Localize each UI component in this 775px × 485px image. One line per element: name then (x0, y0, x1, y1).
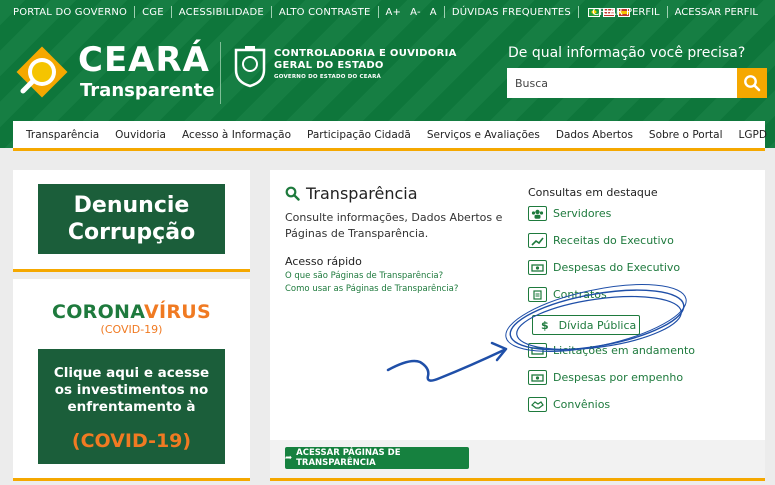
search-button[interactable] (737, 68, 767, 98)
nav-dados-abertos[interactable]: Dados Abertos (556, 129, 633, 141)
coronavirus-title: CORONAVÍRUS (38, 301, 225, 323)
divider (577, 6, 579, 18)
access-profile-link[interactable]: ACESSAR PERFIL (675, 7, 758, 18)
link-alto-contraste[interactable]: ALTO CONTRASTE (279, 7, 371, 18)
featured-label: Contratos (553, 288, 607, 301)
state-seal-icon (234, 46, 266, 88)
font-increase-button[interactable]: A+ (386, 7, 402, 18)
divider (270, 6, 272, 18)
nav-transparencia[interactable]: Transparência (26, 129, 99, 141)
coronavirus-header[interactable]: CORONAVÍRUS (COVID-19) (38, 293, 225, 349)
create-profile-link[interactable]: CRIAR PERFIL (592, 7, 659, 18)
money-icon (528, 370, 547, 385)
link-acessibilidade[interactable]: ACESSIBILIDADE (179, 7, 264, 18)
link-cge[interactable]: CGE (142, 7, 164, 18)
featured-label: Licitações em andamento (553, 344, 696, 357)
search-input[interactable] (507, 68, 737, 98)
nav-sobre-portal[interactable]: Sobre o Portal (649, 129, 723, 141)
featured-title: Consultas em destaque (528, 186, 658, 199)
panel-title: Transparência (285, 184, 418, 203)
featured-servidores[interactable]: Servidores (528, 206, 611, 221)
link-duvidas-frequentes[interactable]: DÚVIDAS FREQUENTES (452, 7, 571, 18)
featured-label: Receitas do Executivo (553, 234, 674, 247)
divider (220, 42, 221, 104)
document-icon (528, 287, 547, 302)
font-reset-button[interactable]: A (430, 7, 437, 18)
dollar-icon: $ (541, 318, 549, 332)
cge-line-2: GERAL DO ESTADO (274, 60, 384, 71)
featured-label: Servidores (553, 207, 612, 220)
denuncie-corrupcao-banner[interactable]: Denuncie Corrupção (38, 184, 225, 254)
logo-subtitle: Transparente (80, 80, 215, 101)
access-button-label: ACESSAR PÁGINAS DE TRANSPARÊNCIA (296, 448, 401, 468)
ceara-transparente-logo[interactable]: CEARÁ Transparente (14, 40, 215, 108)
line-chart-icon (528, 233, 547, 248)
nav-participacao-cidada[interactable]: Participação Cidadã (307, 129, 411, 141)
featured-convenios[interactable]: Convênios (528, 397, 610, 412)
featured-licitacoes[interactable]: Licitações em andamento (528, 343, 695, 358)
divider (170, 6, 172, 18)
covid-banner-text: Clique aqui e acesse os investimentos no… (38, 365, 225, 416)
quick-access-title: Acesso rápido (285, 255, 362, 268)
panel-title-text: Transparência (306, 184, 418, 203)
top-links: PORTAL DO GOVERNO CGE ACESSIBILIDADE ALT… (13, 0, 630, 24)
nav-acesso-informacao[interactable]: Acesso à Informação (182, 129, 291, 141)
handshake-icon (528, 397, 547, 412)
logo-title: CEARÁ (78, 40, 210, 80)
magnifier-logo-icon (16, 46, 68, 98)
document-icon (528, 343, 547, 358)
corona-word: CORONA (51, 301, 144, 323)
denuncie-card: Denuncie Corrupção (13, 170, 250, 272)
featured-label: Despesas por empenho (553, 371, 684, 384)
cge-line-3: GOVERNO DO ESTADO DO CEARÁ (274, 74, 381, 80)
transparency-panel: Transparência Consulte informações, Dado… (270, 170, 765, 440)
covid-text-line: enfrentamento à (67, 399, 196, 415)
virus-word: VÍRUS (143, 301, 212, 323)
search-icon (285, 186, 300, 201)
covid-text-line: os investimentos no (54, 382, 209, 398)
access-transparency-pages-button[interactable]: ➦ ACESSAR PÁGINAS DE TRANSPARÊNCIA (285, 447, 469, 469)
denuncie-line-1: Denuncie (73, 193, 190, 218)
featured-receitas[interactable]: Receitas do Executivo (528, 233, 674, 248)
nav-ouvidoria[interactable]: Ouvidoria (115, 129, 166, 141)
featured-despesas[interactable]: Despesas do Executivo (528, 260, 680, 275)
nav-servicos-avaliacoes[interactable]: Serviços e Avaliações (427, 129, 540, 141)
panel-footer: ➦ ACESSAR PÁGINAS DE TRANSPARÊNCIA (270, 440, 765, 481)
share-arrow-icon: ➦ (285, 453, 293, 463)
quick-link-what-are[interactable]: O que são Páginas de Transparência? (285, 271, 443, 281)
divider (134, 6, 136, 18)
font-decrease-button[interactable]: A- (410, 7, 421, 18)
people-icon (528, 206, 547, 221)
featured-divida-publica[interactable]: $ Dívida Pública (532, 315, 640, 335)
divider (666, 6, 668, 18)
covid-text-line: Clique aqui e acesse (53, 365, 210, 381)
covid-subtitle: (COVID-19) (100, 323, 163, 336)
featured-label: Dívida Pública (558, 318, 637, 332)
denuncie-line-2: Corrupção (67, 220, 196, 245)
search-icon (744, 75, 761, 92)
cge-branding: CONTROLADORIA E OUVIDORIA GERAL DO ESTAD… (274, 48, 457, 80)
divider (377, 6, 379, 18)
search-prompt: De qual informação você precisa? (508, 45, 746, 61)
featured-despesas-empenho[interactable]: Despesas por empenho (528, 370, 683, 385)
profile-links: CRIAR PERFIL ACESSAR PERFIL (592, 0, 758, 24)
top-bar: PORTAL DO GOVERNO CGE ACESSIBILIDADE ALT… (0, 0, 775, 24)
featured-label: Despesas do Executivo (553, 261, 681, 274)
cge-line-1: CONTROLADORIA E OUVIDORIA (274, 48, 457, 59)
quick-link-how-to-use[interactable]: Como usar as Páginas de Transparência? (285, 284, 458, 294)
panel-description: Consulte informações, Dados Abertos e Pá… (285, 211, 503, 240)
link-portal-governo[interactable]: PORTAL DO GOVERNO (13, 7, 127, 18)
nav-lgpd[interactable]: LGPD (739, 129, 767, 141)
covid-cta: (COVID-19) (71, 430, 192, 452)
covid-investments-banner[interactable]: Clique aqui e acesse os investimentos no… (38, 349, 225, 464)
main-nav: Transparência Ouvidoria Acesso à Informa… (13, 121, 767, 151)
divider (443, 6, 445, 18)
coronavirus-card: CORONAVÍRUS (COVID-19) Clique aqui e ace… (13, 279, 250, 481)
featured-label: Convênios (553, 398, 611, 411)
money-icon (528, 260, 547, 275)
featured-contratos[interactable]: Contratos (528, 287, 607, 302)
